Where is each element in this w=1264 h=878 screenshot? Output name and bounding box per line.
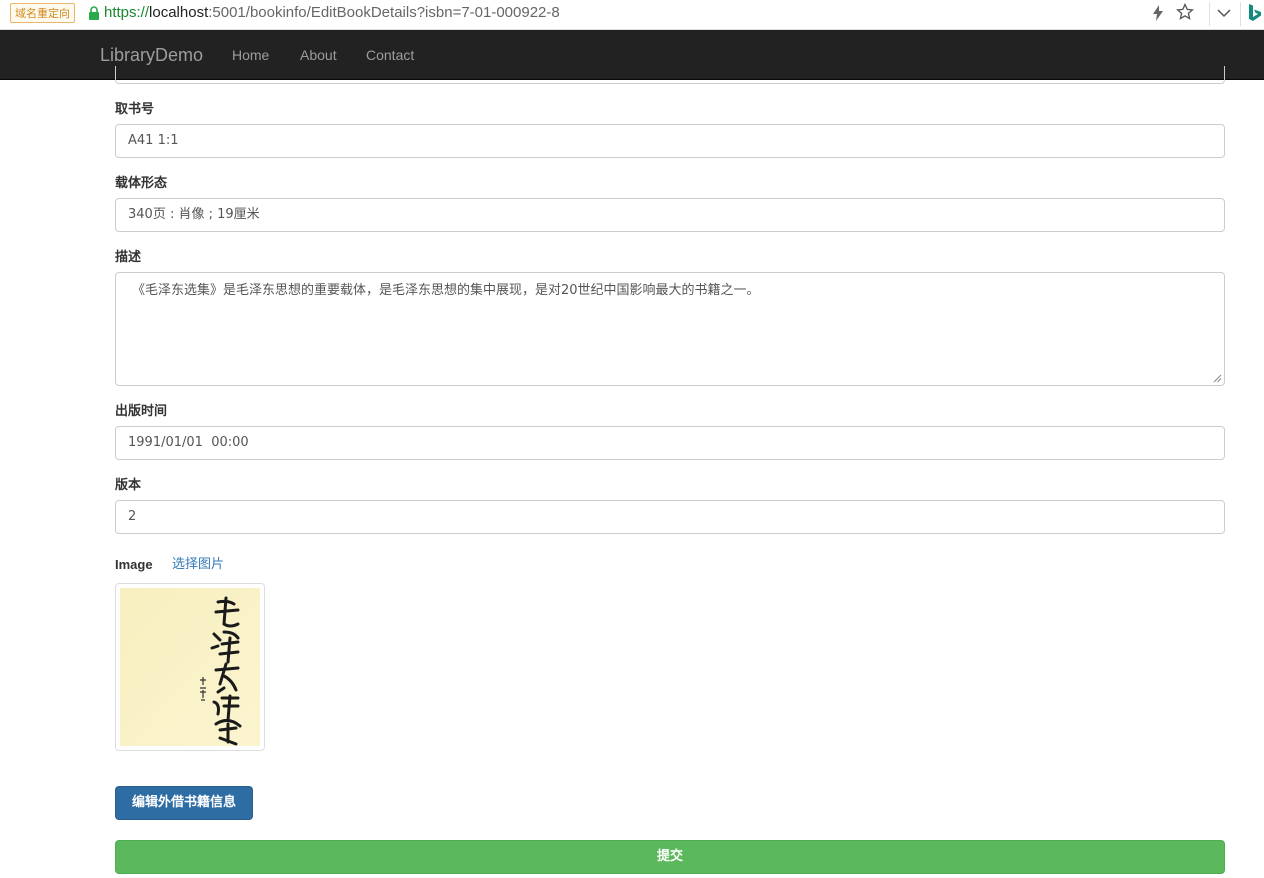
edition-label: 版本 <box>115 478 142 493</box>
description-label: 描述 <box>115 250 142 265</box>
url-scheme: https:// <box>104 4 150 21</box>
physical-form-input[interactable]: 340页 : 肖像 ; 19厘米 <box>115 198 1225 232</box>
resize-handle-icon[interactable] <box>1213 374 1222 383</box>
choose-image-link[interactable]: 选择图片 <box>172 557 224 573</box>
lock-icon <box>89 6 99 20</box>
lightning-icon[interactable] <box>1152 5 1164 21</box>
nav-contact-link[interactable]: Contact <box>366 47 414 63</box>
url-field[interactable]: https://localhost:5001/bookinfo/EditBook… <box>104 4 560 22</box>
description-text: 《毛泽东选集》是毛泽东思想的重要载体，是毛泽东思想的集中展现，是对20世纪中国影… <box>132 283 760 298</box>
url-host: localhost <box>149 4 209 21</box>
star-icon[interactable] <box>1176 3 1194 21</box>
previous-field-input[interactable] <box>115 66 1225 84</box>
url-path: :5001/bookinfo/EditBookDetails?isbn=7-01… <box>208 4 560 21</box>
toolbar-divider <box>1209 2 1210 26</box>
physical-form-label: 载体形态 <box>115 176 168 191</box>
publish-date-label: 出版时间 <box>115 404 168 419</box>
nav-about-link[interactable]: About <box>300 47 337 63</box>
edit-lending-info-button[interactable]: 编辑外借书籍信息 <box>115 786 253 820</box>
redirect-badge[interactable]: 域名重定向 <box>10 3 75 23</box>
submit-button[interactable]: 提交 <box>115 840 1225 874</box>
browser-address-bar: 域名重定向 https://localhost:5001/bookinfo/Ed… <box>0 0 1264 30</box>
book-cover-image <box>120 588 260 746</box>
edition-input[interactable]: 2 <box>115 500 1225 534</box>
image-label: Image <box>115 557 153 572</box>
nav-home-link[interactable]: Home <box>232 47 269 63</box>
chevron-down-icon[interactable] <box>1216 6 1232 20</box>
description-textarea[interactable]: 《毛泽东选集》是毛泽东思想的重要载体，是毛泽东思想的集中展现，是对20世纪中国影… <box>115 272 1225 386</box>
call-number-input[interactable]: A41 1:1 <box>115 124 1225 158</box>
call-number-label: 取书号 <box>115 102 155 117</box>
publish-date-input[interactable]: 1991/01/01 00:00 <box>115 426 1225 460</box>
toolbar-divider <box>1240 2 1241 26</box>
bing-icon[interactable] <box>1248 4 1262 22</box>
book-cover-thumbnail <box>115 583 265 751</box>
brand-link[interactable]: LibraryDemo <box>100 45 203 65</box>
